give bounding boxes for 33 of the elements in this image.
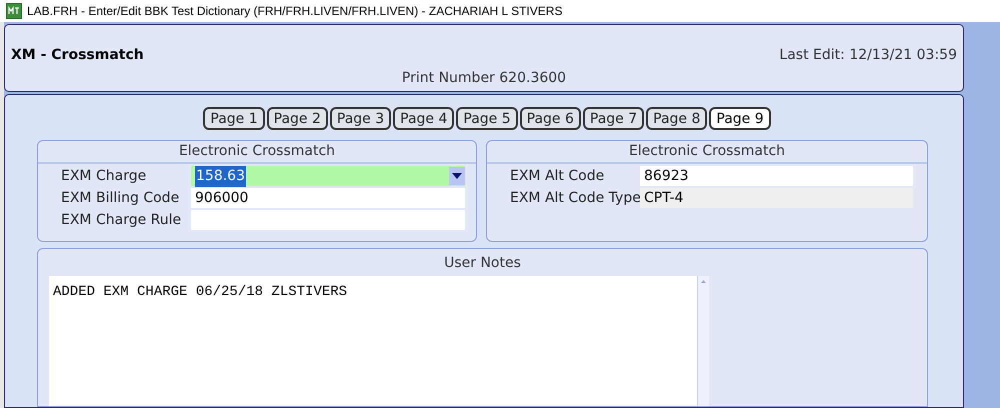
screen-title: XM - Crossmatch [11,46,144,65]
field-label: EXM Alt Code Type [509,188,640,208]
print-number-text: Print Number 620.3600 [402,69,566,88]
field-value: 86923 [644,166,689,186]
scrollbar[interactable] [697,276,709,406]
page-tab[interactable]: Page 8 [646,107,708,130]
field-label: EXM Billing Code [60,188,180,208]
field-value: CPT-4 [644,188,684,208]
window-title: LAB.FRH - Enter/Edit BBK Test Dictionary (FRH/FRH.LIVEN/FRH.LIVEN) - ZACHARIAH L STIVERS [27,3,562,20]
notes-field[interactable]: ADDED EXM CHARGE 06/25/18 ZLSTIVERS [49,276,697,406]
page-tab[interactable]: Page 7 [582,107,644,130]
page-tab[interactable]: Page 4 [393,107,454,130]
page-tab[interactable]: Page 2 [266,107,328,130]
field-label: EXM Alt Code [509,166,606,186]
page-tab[interactable]: Page 5 [456,107,518,130]
field-value: 158.63 [195,166,246,186]
group-title: Electronic Crossmatch [628,142,786,161]
input-field[interactable]: 906000 [191,188,465,208]
dropdown-field[interactable]: 158.63 [191,166,465,186]
field-value: 906000 [195,188,248,208]
page-tab[interactable]: Page 3 [330,107,392,130]
input-field[interactable] [191,210,465,230]
last-edit-text: Last Edit: 12/13/21 03:59 [779,46,957,65]
page-tab[interactable]: Page 6 [520,107,581,130]
field-label: EXM Charge Rule [60,210,182,230]
input-field[interactable]: 86923 [640,166,913,186]
notes-title: User Notes [444,254,521,273]
app-icon [6,3,22,19]
group-title: Electronic Crossmatch [178,142,336,161]
field-label: EXM Charge [60,166,148,186]
page-tab[interactable]: Page 9 [709,107,771,130]
page-tab[interactable]: Page 1 [203,107,265,130]
notes-text: ADDED EXM CHARGE 06/25/18 ZLSTIVERS [53,284,348,300]
